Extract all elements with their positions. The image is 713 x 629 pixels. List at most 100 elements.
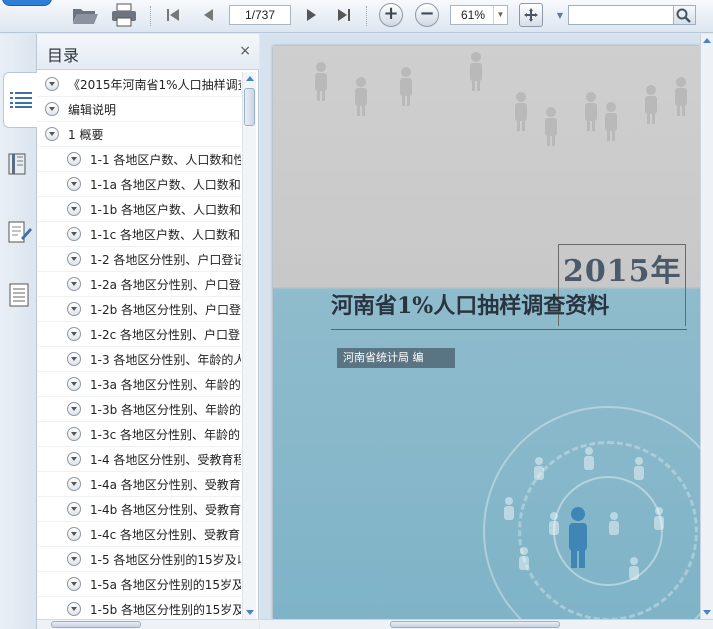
annotations-tab[interactable] [2,204,36,260]
search-input[interactable] [568,5,674,25]
outline-item[interactable]: 1-1 各地区户数、人口数和性 [37,147,241,172]
expand-toggle-icon[interactable] [67,352,81,366]
outline-item[interactable]: 1-5 各地区分性别的15岁及以 [37,547,241,572]
scroll-down-icon[interactable] [246,610,254,615]
main-toolbar: 1/737 + − 61% ▼ ▼ [0,0,713,33]
expand-toggle-icon[interactable] [67,502,81,516]
outline-item-label: 1-2a 各地区分性别、户口登 [90,278,241,292]
outline-item[interactable]: 1-2 各地区分性别、户口登记 [37,247,241,272]
side-tab-rail [0,34,38,629]
outline-item-label: 1-1a 各地区户数、人口数和 [90,178,241,192]
outline-item[interactable]: 1-1b 各地区户数、人口数和 [37,197,241,222]
open-folder-icon[interactable] [70,3,100,27]
outline-item[interactable]: 1-1c 各地区户数、人口数和 [37,222,241,247]
outline-item[interactable]: 1-3 各地区分性别、年龄的人 [37,347,241,372]
expand-toggle-icon[interactable] [67,477,81,491]
expand-toggle-icon[interactable] [67,452,81,466]
outline-item-label: 1-3 各地区分性别、年龄的人 [90,353,241,367]
fit-page-icon[interactable] [518,3,544,27]
outline-item-label: 1-1 各地区户数、人口数和性 [90,153,241,167]
expand-toggle-icon[interactable] [67,527,81,541]
outline-tab[interactable] [3,72,38,128]
print-icon[interactable] [110,3,138,27]
expand-toggle-icon[interactable] [67,177,81,191]
page-number-field[interactable]: 1/737 [229,5,291,25]
outline-item[interactable]: 1-2a 各地区分性别、户口登 [37,272,241,297]
toolbar-separator [366,6,368,26]
next-page-icon[interactable] [301,3,321,27]
outline-item-label: 编辑说明 [68,103,117,117]
expand-toggle-icon[interactable] [67,427,81,441]
scroll-up-icon[interactable] [246,76,254,81]
outline-item-label: 1-3a 各地区分性别、年龄的 [90,378,241,392]
expand-toggle-icon[interactable] [67,252,81,266]
people-network-image [504,447,664,580]
outline-item[interactable]: 1-4a 各地区分性别、受教育 [37,472,241,497]
app-menu-button[interactable] [2,0,52,6]
expand-toggle-icon[interactable] [67,377,81,391]
scroll-down-icon[interactable] [703,610,711,615]
outline-item[interactable]: 《2015年河南省1%人口抽样调查 [37,72,241,97]
expand-toggle-icon[interactable] [67,302,81,316]
document-icon [9,283,29,307]
outline-item[interactable]: 1-3c 各地区分性别、年龄的 [37,422,241,447]
outline-panel: 目录 × 《2015年河南省1%人口抽样调查编辑说明 1 概要 1-1 各地区户数、… [37,34,259,629]
expand-toggle-icon[interactable] [45,77,59,91]
outline-item-label: 1-5a 各地区分性别的15岁及 [90,578,241,592]
search-button[interactable] [674,5,696,25]
outline-panel-header: 目录 × [37,34,259,70]
expand-toggle-icon[interactable] [67,277,81,291]
previous-page-icon[interactable] [199,3,219,27]
expand-toggle-icon[interactable] [45,127,59,141]
close-panel-icon[interactable]: × [239,43,251,59]
zoom-level-select[interactable]: 61% ▼ [450,5,508,25]
first-page-icon[interactable] [163,3,183,27]
outline-item[interactable]: 1 概要 [37,122,241,147]
outline-item-label: 1-2c 各地区分性别、户口登 [90,328,241,342]
expand-toggle-icon[interactable] [67,327,81,341]
search-icon [676,8,691,23]
scroll-up-icon[interactable] [703,38,711,43]
zoom-level-value: 61% [461,8,486,22]
expand-toggle-icon[interactable] [67,602,81,616]
outline-horizontal-scrollbar[interactable] [37,619,259,629]
outline-item[interactable]: 1-5a 各地区分性别的15岁及 [37,572,241,597]
outline-item[interactable]: 1-2b 各地区分性别、户口登 [37,297,241,322]
cover-publisher: 河南省统计局 编 [337,348,455,368]
zoom-in-icon[interactable]: + [378,3,404,27]
expand-toggle-icon[interactable] [67,227,81,241]
document-horizontal-scrollbar[interactable] [260,619,713,629]
thumbnails-tab[interactable] [2,136,36,192]
zoom-out-icon[interactable]: − [414,3,440,27]
expand-toggle-icon[interactable] [67,202,81,216]
outline-item[interactable]: 编辑说明 [37,97,241,122]
text-tab[interactable] [2,267,36,323]
outline-item[interactable]: 1-4 各地区分性别、受教育程 [37,447,241,472]
scroll-thumb[interactable] [390,621,560,628]
scroll-thumb[interactable] [244,88,255,126]
outline-vertical-scrollbar[interactable] [242,72,256,619]
outline-item[interactable]: 1-5b 各地区分性别的15岁及 [37,597,241,619]
outline-item[interactable]: 1-1a 各地区户数、人口数和 [37,172,241,197]
expand-toggle-icon[interactable] [67,152,81,166]
document-view[interactable]: 2015年 河南省1%人口抽样调查资料 河南省统计局 编 [260,34,713,629]
expand-toggle-icon[interactable] [67,552,81,566]
cover-title: 河南省1%人口抽样调查资料 [331,293,610,319]
outline-item[interactable]: 1-3b 各地区分性别、年龄的 [37,397,241,422]
expand-toggle-icon[interactable] [67,577,81,591]
document-vertical-scrollbar[interactable] [700,34,713,619]
outline-item-label: 1 概要 [68,128,104,142]
outline-item-label: 1-2 各地区分性别、户口登记 [90,253,241,267]
search-options-dropdown-icon[interactable]: ▼ [554,3,566,27]
list-icon [10,92,32,108]
outline-item-label: 1-4 各地区分性别、受教育程 [90,453,241,467]
outline-item[interactable]: 1-2c 各地区分性别、户口登 [37,322,241,347]
outline-item[interactable]: 1-3a 各地区分性别、年龄的 [37,372,241,397]
outline-item[interactable]: 1-4c 各地区分性别、受教育 [37,522,241,547]
last-page-icon[interactable] [334,3,354,27]
scroll-thumb[interactable] [51,621,141,628]
outline-item-label: 1-2b 各地区分性别、户口登 [90,303,241,317]
expand-toggle-icon[interactable] [45,102,59,116]
outline-item[interactable]: 1-4b 各地区分性别、受教育 [37,497,241,522]
expand-toggle-icon[interactable] [67,402,81,416]
